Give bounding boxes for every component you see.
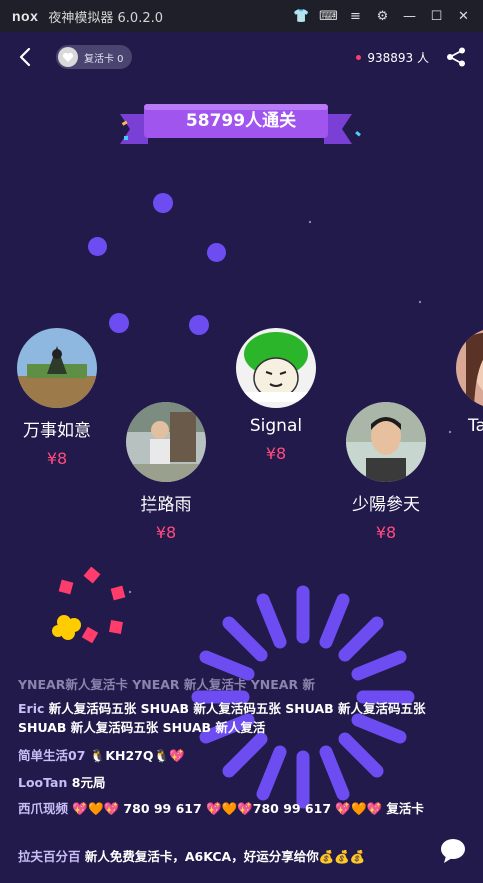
chat-message: 西爪现频 💖🧡💖 780 99 617 💖🧡💖780 99 617 💖🧡💖 复活… (18, 799, 428, 818)
emulator-titlebar: nox 夜神模拟器 6.0.2.0 👕 ⌨ ≡ ⚙ — ☐ ✕ (0, 0, 483, 32)
chat-bubble-icon[interactable] (440, 838, 466, 864)
online-count-text: 938893 人 (367, 51, 429, 65)
shirt-icon[interactable]: 👕 (288, 9, 315, 24)
confetti-decoration (121, 114, 361, 140)
chat-message: LooTan 8元局 (18, 773, 428, 792)
share-icon[interactable] (445, 46, 467, 68)
window-controls: 👕 ⌨ ≡ ⚙ — ☐ ✕ (288, 0, 477, 32)
chat-text: 🐧KH27Q🐧💖 (89, 748, 185, 763)
chat-text: 新人免费复活卡，A6KCA，好运分享给你💰💰💰 (84, 849, 366, 864)
top-bar: 复活卡 0 938893 人 (0, 32, 483, 84)
online-count: 938893 人 (356, 49, 429, 66)
chat-scrolling-message: YNEAR新人复活卡 YNEAR 新人复活卡 YNEAR 新 (18, 677, 315, 692)
keyboard-icon[interactable]: ⌨ (315, 9, 342, 24)
revive-card-badge[interactable]: 复活卡 0 (56, 45, 132, 69)
chat-username: LooTan (18, 775, 68, 790)
chat-username: Eric (18, 701, 45, 716)
live-dot-icon (356, 55, 362, 60)
menu-icon[interactable]: ≡ (342, 9, 369, 24)
close-icon[interactable]: ✕ (450, 9, 477, 24)
chat-message: 简单生活07 🐧KH27Q🐧💖 (18, 746, 428, 765)
chat-username: 西爪现频 (18, 801, 69, 816)
chat-text: 新人复活码五张 SHUAB 新人复活码五张 SHUAB 新人复活码五张 SHUA… (18, 701, 426, 735)
maximize-icon[interactable]: ☐ (423, 9, 450, 24)
window-title: 夜神模拟器 6.0.2.0 (48, 10, 164, 26)
nox-logo: nox (12, 8, 39, 24)
heart-icon (58, 47, 78, 67)
chat-text: 8元局 (71, 775, 106, 790)
chat-text: 💖🧡💖 780 99 617 💖🧡💖780 99 617 💖🧡💖 复活卡 (72, 801, 424, 816)
back-arrow-icon[interactable] (16, 45, 36, 69)
chat-message: Eric 新人复活码五张 SHUAB 新人复活码五张 SHUAB 新人复活码五张… (18, 699, 428, 737)
gear-icon[interactable]: ⚙ (369, 9, 396, 24)
chat-username: 拉夫百分百 (18, 849, 81, 864)
chat-username: 简单生活07 (18, 748, 86, 763)
star-dots (128, 220, 452, 594)
app-screen: 复活卡 0 938893 人 58799人通关 万事如意 ¥8 拦路雨 ¥8 S… (0, 32, 483, 883)
minimize-icon[interactable]: — (396, 9, 423, 24)
chat-message: 拉夫百分百 新人免费复活卡，A6KCA，好运分享给你💰💰💰 (18, 847, 428, 866)
revive-card-label: 复活卡 0 (84, 53, 124, 65)
